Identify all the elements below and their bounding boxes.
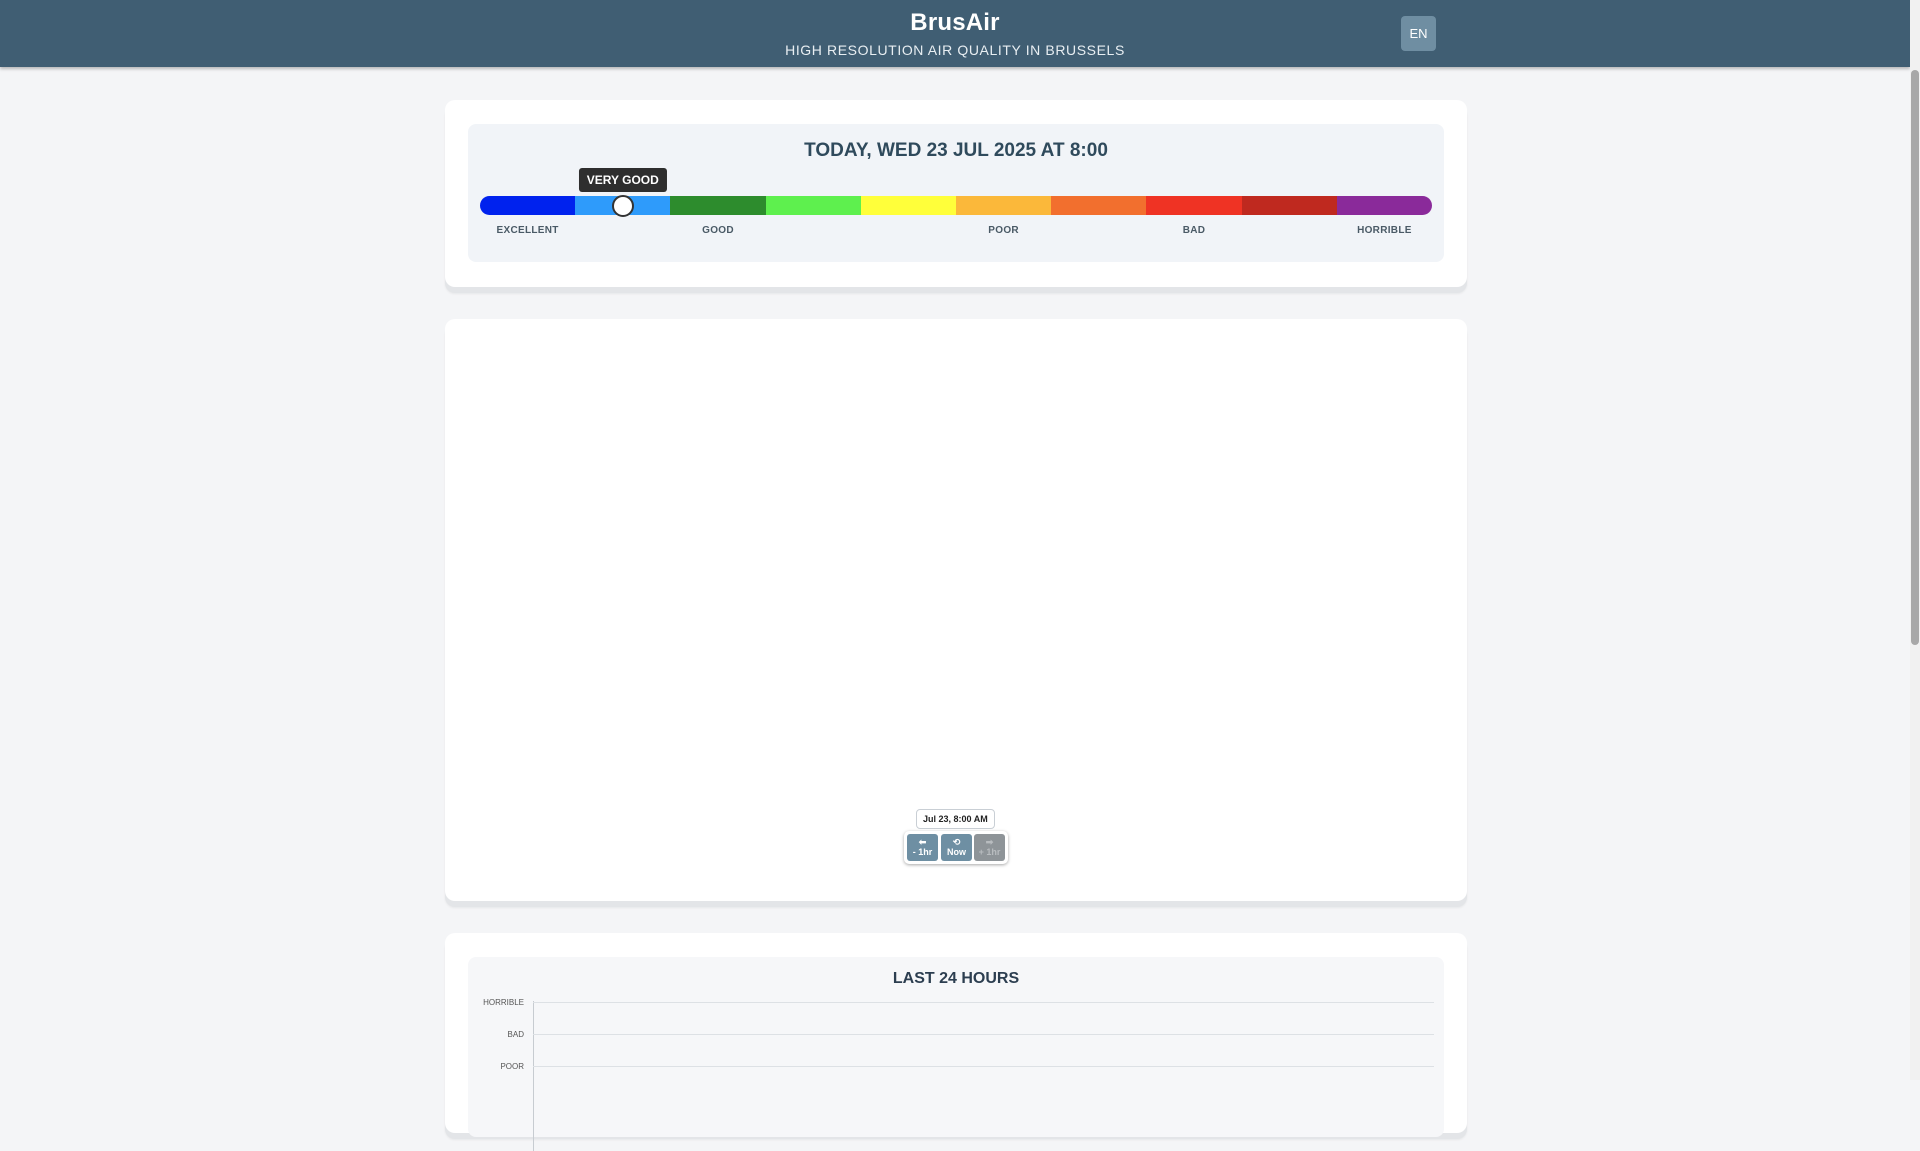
scale-segment <box>1241 196 1337 215</box>
scale-segment <box>1336 196 1432 215</box>
arrow-left-icon: ⬅ <box>918 837 927 847</box>
arrow-right-icon: ➡ <box>985 837 994 847</box>
scale-segment <box>670 196 766 215</box>
scale-label: POOR <box>988 225 1019 236</box>
scale-segment <box>956 196 1052 215</box>
y-label-horrible: HORRIBLE <box>483 998 524 1007</box>
map-card: Jul 23, 8:00 AM ⬅ - 1hr ⟲ Now ➡ + 1hr <box>445 319 1467 901</box>
app-title: BrusAir <box>910 9 1000 36</box>
scale-segment <box>1146 196 1242 215</box>
status-date: TODAY, WED 23 JUL 2025 AT 8:00 <box>804 140 1108 161</box>
forward-one-hour-button[interactable]: ➡ + 1hr <box>974 834 1005 861</box>
reset-icon: ⟲ <box>952 837 961 847</box>
forward-one-hour-label: + 1hr <box>978 847 1001 857</box>
map-timestamp: Jul 23, 8:00 AM <box>916 809 995 829</box>
history-panel: LAST 24 HOURS HORRIBLE BAD POOR <box>468 957 1444 1151</box>
now-button[interactable]: ⟲ Now <box>941 834 972 861</box>
current-level-marker <box>611 195 634 217</box>
scale-segment <box>860 196 957 215</box>
app-subtitle: HIGH RESOLUTION AIR QUALITY IN BRUSSELS <box>785 42 1125 58</box>
scrollbar-thumb[interactable] <box>1911 70 1919 645</box>
app-header: BrusAir HIGH RESOLUTION AIR QUALITY IN B… <box>0 0 1910 67</box>
y-label-bad: BAD <box>507 1030 524 1039</box>
back-one-hour-label: - 1hr <box>912 847 933 857</box>
current-status-panel: TODAY, WED 23 JUL 2025 AT 8:00 VERY GOOD… <box>468 124 1444 262</box>
scale-label: GOOD <box>702 225 734 236</box>
current-status-card: TODAY, WED 23 JUL 2025 AT 8:00 VERY GOOD… <box>445 100 1467 287</box>
scale-label: BAD <box>1182 225 1206 236</box>
time-navigation: ⬅ - 1hr ⟲ Now ➡ + 1hr <box>904 831 1008 864</box>
y-label-poor: POOR <box>500 1062 524 1071</box>
scale-label: HORRIBLE <box>1357 225 1412 236</box>
history-title: LAST 24 HOURS <box>892 970 1020 987</box>
scale-label: EXCELLENT <box>496 225 559 236</box>
history-y-axis <box>533 1001 534 1151</box>
grid-line <box>533 1034 1434 1035</box>
history-card: LAST 24 HOURS HORRIBLE BAD POOR <box>445 933 1467 1151</box>
grid-line <box>533 1066 1434 1067</box>
now-label: Now <box>947 847 966 857</box>
scale-segment <box>480 196 576 215</box>
grid-line <box>533 1002 1434 1003</box>
current-level-tooltip: VERY GOOD <box>578 168 667 192</box>
scale-segment <box>1051 196 1147 215</box>
scale-segment <box>765 196 861 215</box>
back-one-hour-button[interactable]: ⬅ - 1hr <box>907 834 938 861</box>
language-button[interactable]: EN <box>1401 16 1436 51</box>
